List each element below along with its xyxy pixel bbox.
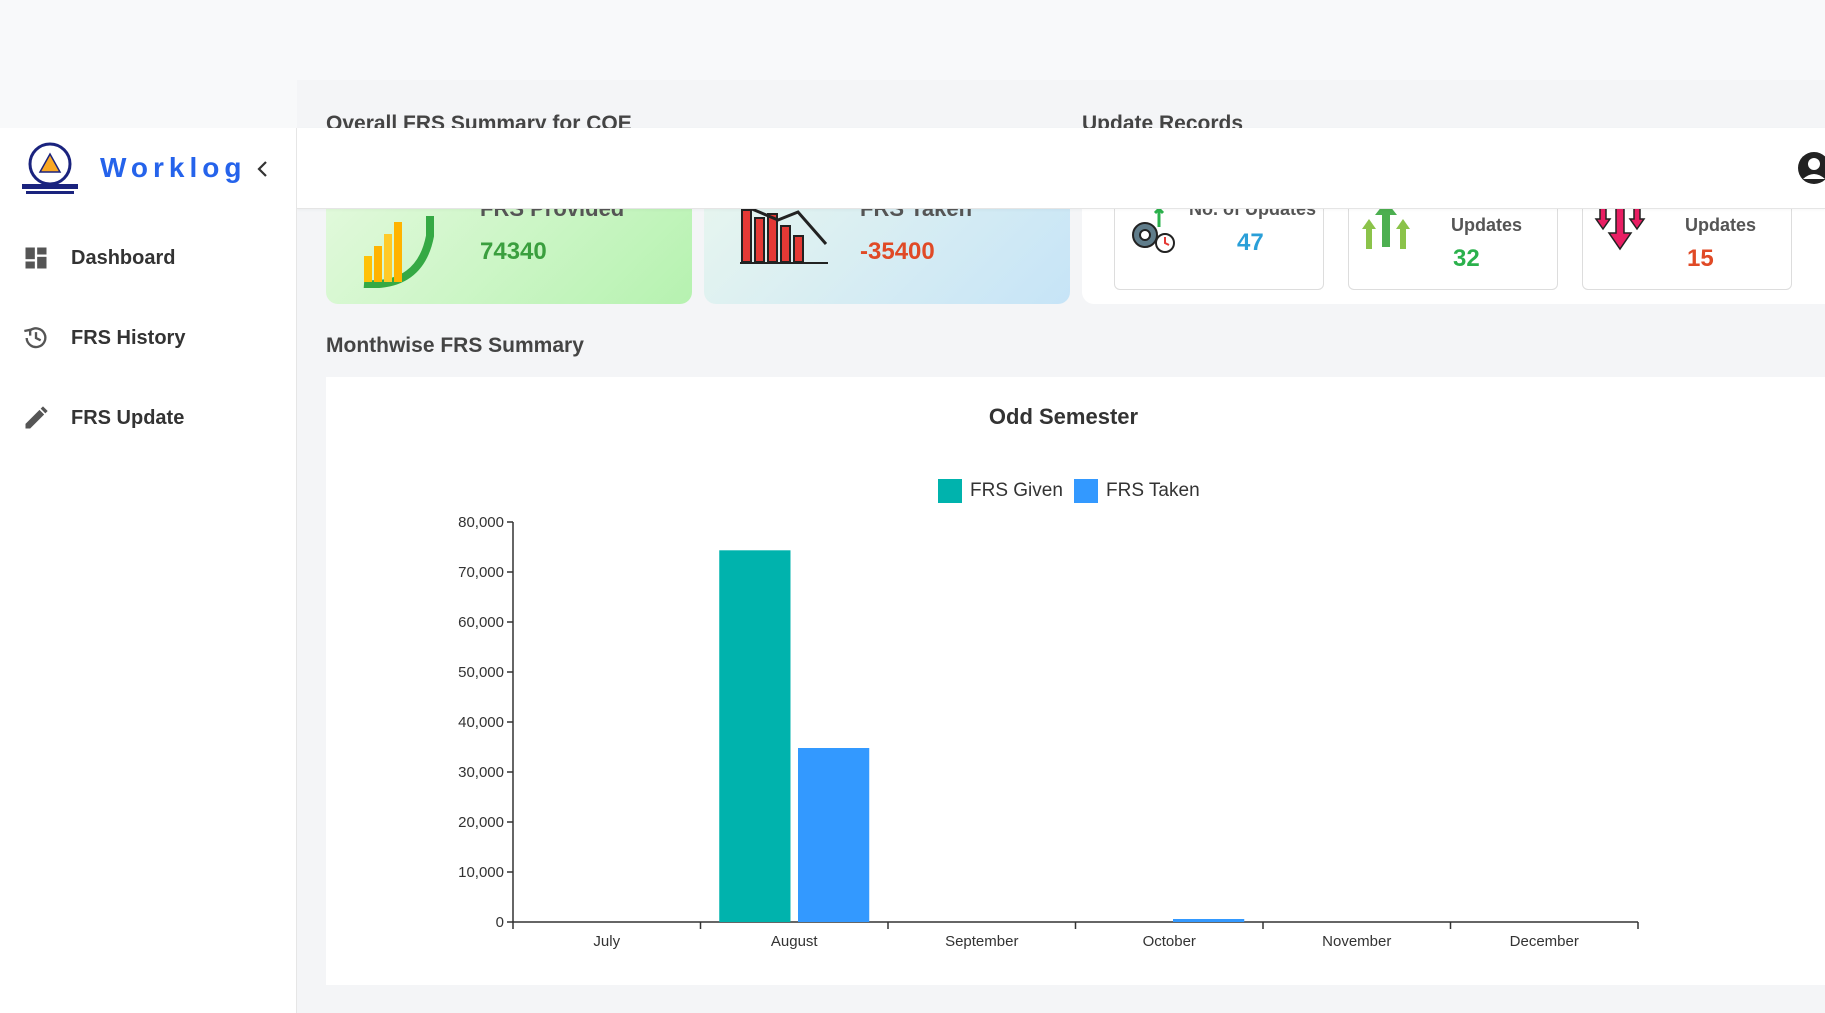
institute-logo [22, 142, 78, 194]
bar-frs-taken [798, 748, 870, 922]
growth-chart-icon [363, 216, 434, 288]
y-tick-label: 20,000 [458, 814, 504, 831]
y-tick-label: 30,000 [458, 764, 504, 781]
negative-updates-value: 15 [1687, 245, 1714, 272]
monthwise-title: Monthwise FRS Summary [326, 334, 584, 357]
x-tick-label: December [1510, 933, 1579, 950]
frs-provided-value: 74340 [480, 238, 547, 265]
decline-chart-icon [739, 202, 828, 264]
edit-icon [25, 406, 48, 429]
gear-clock-icon [1132, 206, 1175, 253]
negative-updates-label: Updates [1685, 215, 1757, 235]
bar-frs-given [719, 550, 791, 922]
bar-chart: 0 10,000 20,000 30,000 40,000 50,000 60,000 70,… [458, 514, 1639, 950]
sidebar-item-label: FRS Update [71, 407, 185, 429]
x-tick-label: November [1322, 933, 1391, 950]
app-brand: Worklog [100, 152, 247, 183]
sidebar-item-frs-update[interactable]: FRS Update [0, 388, 296, 448]
y-tick-label: 70,000 [458, 564, 504, 581]
frs-taken-value: -35400 [860, 238, 935, 265]
y-tick-label: 60,000 [458, 614, 504, 631]
dashboard-icon [25, 247, 47, 269]
positive-updates-label: Updates [1451, 215, 1523, 235]
total-updates-card: No. of Updates 47 [1114, 199, 1324, 290]
x-tick-label: August [771, 933, 819, 950]
collapse-sidebar-icon[interactable] [252, 158, 274, 180]
x-tick-label: July [593, 933, 620, 950]
x-tick-label: September [945, 933, 1018, 950]
sidebar-item-frs-history[interactable]: FRS History [0, 308, 296, 368]
sidebar: Worklog Dashboard FRS History FRS Update [0, 128, 297, 1013]
y-tick-label: 50,000 [458, 664, 504, 681]
user-account-icon[interactable] [1797, 151, 1825, 185]
top-header [297, 128, 1825, 209]
y-tick-label: 80,000 [458, 514, 504, 531]
sidebar-item-dashboard[interactable]: Dashboard [0, 228, 296, 288]
y-tick-label: 10,000 [458, 864, 504, 881]
bar-frs-taken [1173, 919, 1245, 922]
positive-updates-card: Updates 32 [1348, 201, 1558, 290]
y-tick-label: 0 [496, 914, 504, 931]
y-tick-label: 40,000 [458, 714, 504, 731]
history-icon [24, 327, 47, 349]
x-tick-label: October [1143, 933, 1196, 950]
sidebar-item-label: Dashboard [71, 247, 176, 269]
negative-updates-card: Updates 15 [1582, 200, 1792, 290]
sidebar-item-label: FRS History [71, 327, 186, 349]
positive-updates-value: 32 [1453, 245, 1480, 272]
total-updates-value: 47 [1237, 229, 1264, 256]
chart-card: Odd Semester FRS Given FRS Taken 0 10,000… [326, 377, 1825, 985]
